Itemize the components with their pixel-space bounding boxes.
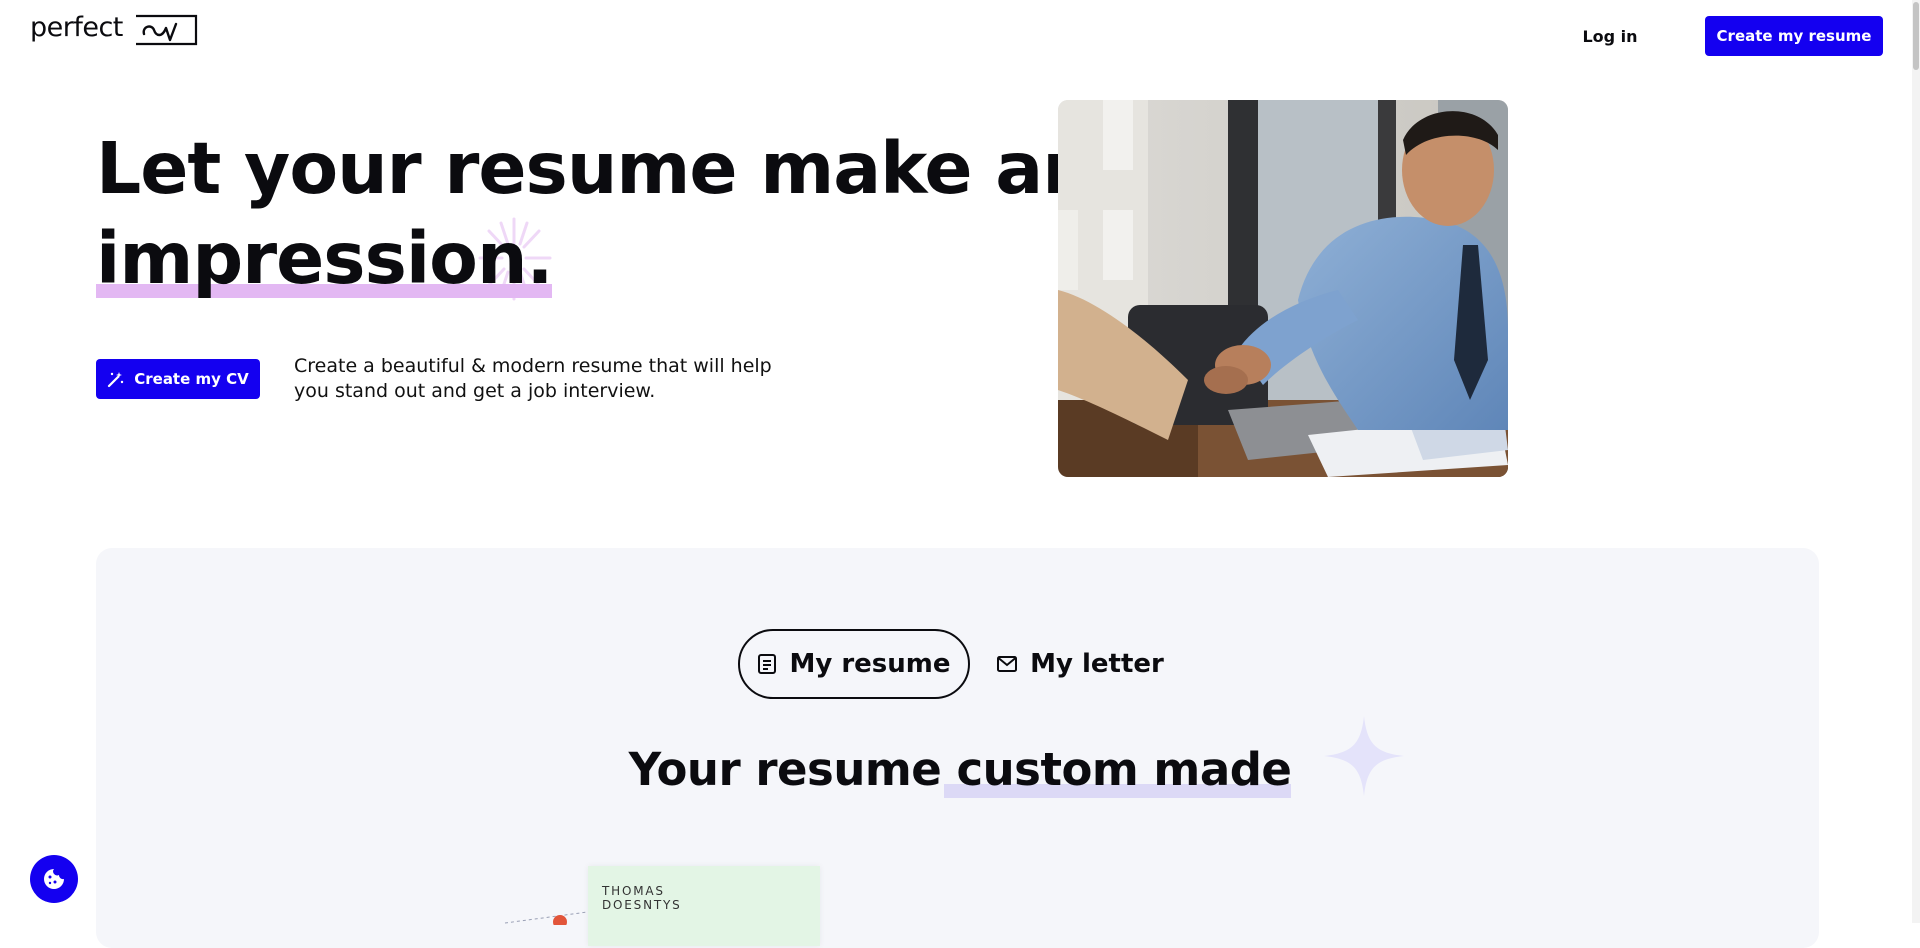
cookie-settings-button[interactable] — [30, 855, 78, 903]
login-button[interactable]: Log in — [1560, 18, 1660, 54]
section-title: Your resume custom made — [0, 736, 1920, 804]
create-resume-button[interactable]: Create my resume — [1705, 16, 1883, 56]
logo-cv-mark-icon — [136, 14, 198, 46]
logo-text: perfect — [30, 12, 123, 43]
hero-title-line-1: Let your resume make an — [96, 127, 1093, 210]
hero-handshake-photo — [1058, 100, 1508, 477]
cookie-icon — [44, 869, 64, 889]
sparkle-star-icon — [1324, 716, 1404, 796]
resume-first-name: THOMAS — [602, 884, 665, 898]
hero-title: Let your resume make an impression. — [96, 124, 1093, 304]
logo[interactable]: perfect — [30, 12, 198, 46]
section-title-highlight: custom made — [944, 736, 1292, 804]
resume-last-name: DOESNTYS — [602, 898, 682, 912]
document-icon — [758, 654, 777, 674]
create-cv-button[interactable]: Create my CV — [96, 359, 260, 399]
tab-my-letter[interactable]: My letter — [990, 629, 1170, 699]
create-cv-label: Create my CV — [134, 370, 249, 388]
tab-my-resume-label: My resume — [789, 649, 951, 679]
scrollbar-thumb[interactable] — [1913, 2, 1919, 70]
magic-wand-icon — [108, 372, 124, 388]
envelope-icon — [997, 656, 1018, 672]
connector-line — [504, 910, 596, 925]
section-title-plain: Your resume — [628, 743, 942, 796]
hero-description: Create a beautiful & modern resume that … — [294, 355, 772, 402]
tab-my-resume[interactable]: My resume — [738, 629, 970, 699]
hero-title-highlight: impression. — [96, 214, 553, 304]
handshake-illustration — [1058, 100, 1508, 477]
resume-preview-name: THOMAS DOESNTYS — [602, 884, 762, 912]
tab-my-letter-label: My letter — [1030, 649, 1164, 679]
